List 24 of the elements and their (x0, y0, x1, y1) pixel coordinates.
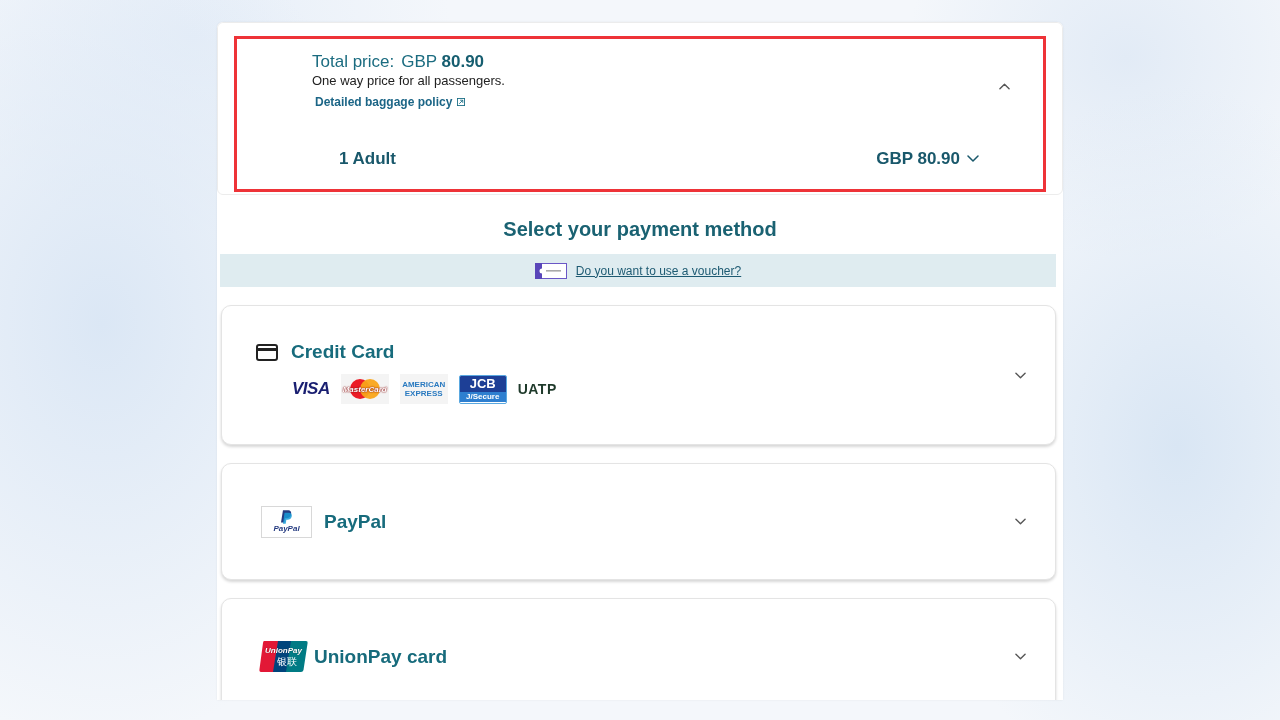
baggage-policy-link[interactable]: Detailed baggage policy (315, 95, 453, 109)
uatp-logo: UATP (517, 380, 557, 398)
payment-method-name: UnionPay card (314, 644, 448, 669)
section-heading: Select your payment method (502, 217, 778, 241)
voucher-link[interactable]: Do you want to use a voucher? (575, 263, 742, 278)
visa-logo: VISA (292, 379, 330, 399)
chevron-down-icon[interactable] (967, 154, 979, 162)
jcb-logo: JCB J/Secure (458, 374, 507, 404)
american-express-logo: AMERICAN EXPRESS (399, 374, 448, 404)
paypal-logo: PayPal (261, 505, 312, 538)
payment-method-card[interactable]: PayPal PayPal (221, 463, 1056, 580)
credit-card-icon (256, 343, 278, 361)
mastercard-logo: MasterCard (340, 374, 389, 404)
payment-method-name: Credit Card (291, 340, 395, 364)
total-price-value: GBP 80.90 (401, 51, 485, 73)
chevron-up-icon[interactable] (999, 83, 1010, 90)
payment-method-name: PayPal (324, 509, 387, 534)
ticket-icon (534, 262, 567, 279)
passenger-price: GBP 80.90 (876, 148, 960, 170)
payment-method-card[interactable]: Credit Card VISA MasterCard AMERICAN EXPRESS JCB J/Secure UATP (221, 305, 1056, 445)
total-price-label: Total price: (312, 51, 395, 73)
external-link-icon (457, 98, 466, 106)
price-note: One way price for all passengers. (312, 73, 505, 89)
passenger-label: 1 Adult (339, 148, 396, 170)
